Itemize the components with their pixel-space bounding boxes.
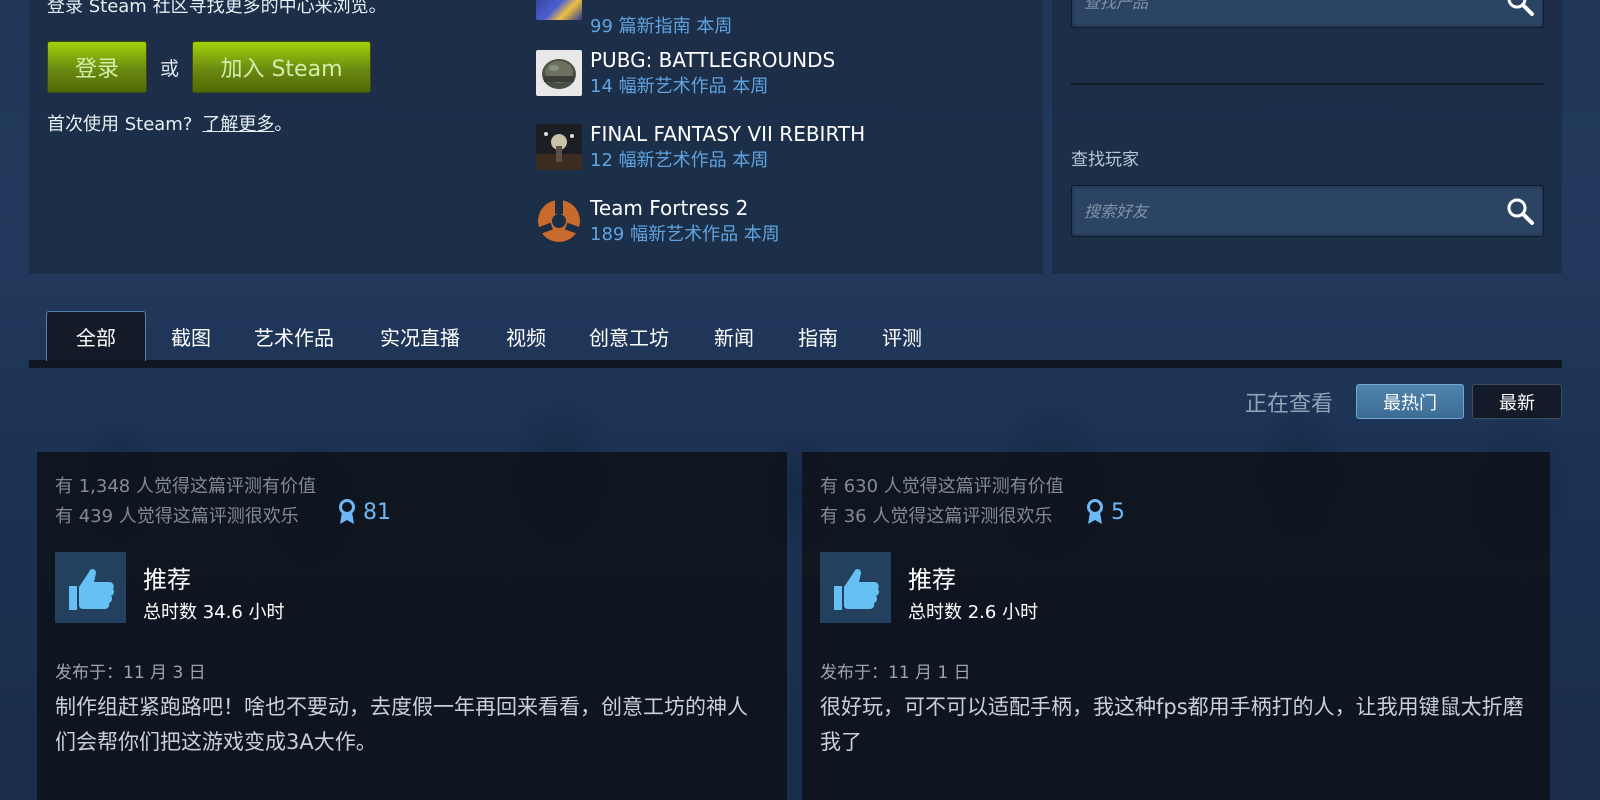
funny-count: 有 439 人觉得这篇评测很欢乐 xyxy=(55,506,299,527)
join-steam-button[interactable]: 加入 Steam xyxy=(192,41,371,93)
login-prompt: 登录 Steam 社区寻找更多的中心来浏览。 xyxy=(47,0,387,17)
tab-videos[interactable]: 视频 xyxy=(506,322,546,351)
review-card[interactable]: 有 630 人觉得这篇评测有价值 有 36 人觉得这篇评测很欢乐 5 推荐 总时… xyxy=(802,452,1550,800)
panel-divider xyxy=(1071,83,1544,85)
ff7-thumb-icon xyxy=(536,124,582,170)
tab-guides[interactable]: 指南 xyxy=(798,322,838,351)
login-button[interactable]: 登录 xyxy=(47,41,147,93)
thumbs-up-icon xyxy=(820,552,891,623)
trending-game-activity[interactable]: 12 幅新艺术作品 本周 xyxy=(590,146,768,172)
award-ribbon-icon xyxy=(339,499,355,524)
trending-game-activity[interactable]: 99 篇新指南 本周 xyxy=(590,12,732,38)
trending-game-name[interactable]: FINAL FANTASY VII REBIRTH xyxy=(590,122,865,146)
or-label: 或 xyxy=(160,58,180,80)
play-hours: 总时数 2.6 小时 xyxy=(908,602,1039,623)
viewing-label: 正在查看 xyxy=(1245,392,1334,417)
tab-workshop[interactable]: 创意工坊 xyxy=(589,322,669,351)
tf2-logo-thumb-icon xyxy=(536,198,582,244)
trending-game-name[interactable]: Team Fortress 2 xyxy=(590,196,748,220)
pubg-helmet-thumb-icon xyxy=(536,50,582,96)
tab-screenshots[interactable]: 截图 xyxy=(171,322,211,351)
trending-game-activity[interactable]: 189 幅新艺术作品 本周 xyxy=(590,220,780,246)
posted-date: 发布于：11 月 3 日 xyxy=(55,663,206,683)
tab-reviews[interactable]: 评测 xyxy=(882,322,922,351)
play-hours: 总时数 34.6 小时 xyxy=(143,602,285,623)
award-badge[interactable]: 5 xyxy=(1085,499,1125,525)
review-verdict[interactable]: 推荐 xyxy=(908,560,956,595)
review-card[interactable]: 有 1,348 人觉得这篇评测有价值 有 439 人觉得这篇评测很欢乐 81 推… xyxy=(37,452,787,800)
award-badge[interactable]: 81 xyxy=(337,499,391,525)
game-thumb-yellow-icon xyxy=(536,0,582,20)
tab-bar-underline xyxy=(29,360,1562,368)
search-icon[interactable] xyxy=(1505,0,1535,17)
trending-game-activity[interactable]: 14 幅新艺术作品 本周 xyxy=(590,72,768,98)
trending-item[interactable]: PUBG: BATTLEGROUNDS 14 幅新艺术作品 本周 xyxy=(536,48,976,98)
sort-most-popular-button[interactable]: 最热门 xyxy=(1356,384,1464,419)
search-icon[interactable] xyxy=(1505,196,1535,226)
posted-date: 发布于：11 月 1 日 xyxy=(820,663,971,683)
trending-game-name[interactable]: PUBG: BATTLEGROUNDS xyxy=(590,48,835,72)
product-search-box[interactable] xyxy=(1071,0,1544,28)
product-search-input[interactable] xyxy=(1084,0,1484,27)
award-count: 5 xyxy=(1111,499,1125,525)
find-players-label: 查找玩家 xyxy=(1071,150,1139,170)
first-time-label: 首次使用 Steam? xyxy=(47,114,193,135)
review-text[interactable]: 制作组赶紧跑路吧！啥也不要动，去度假一年再回来看看，创意工坊的神人们会帮你们把这… xyxy=(55,690,765,760)
learn-more-suffix: 。 xyxy=(274,114,293,135)
friends-search-box[interactable] xyxy=(1071,185,1544,237)
funny-count: 有 36 人觉得这篇评测很欢乐 xyxy=(820,506,1053,527)
thumbs-up-icon xyxy=(55,552,126,623)
learn-more-link[interactable]: 了解更多 xyxy=(202,114,274,135)
trending-item[interactable]: FINAL FANTASY VII REBIRTH 12 幅新艺术作品 本周 xyxy=(536,122,976,172)
review-text[interactable]: 很好玩，可不可以适配手柄，我这种fps都用手柄打的人，让我用键鼠太折磨我了 xyxy=(820,690,1530,760)
award-count: 81 xyxy=(363,499,391,525)
trending-item[interactable]: Team Fortress 2 189 幅新艺术作品 本周 xyxy=(536,196,976,246)
helpful-count: 有 630 人觉得这篇评测有价值 xyxy=(820,476,1064,497)
review-verdict[interactable]: 推荐 xyxy=(143,560,191,595)
tab-all[interactable]: 全部 xyxy=(46,311,146,361)
tab-broadcasts[interactable]: 实况直播 xyxy=(380,322,460,351)
award-ribbon-icon xyxy=(1087,499,1103,524)
friends-search-input[interactable] xyxy=(1084,186,1484,236)
sort-newest-button[interactable]: 最新 xyxy=(1472,384,1562,419)
tab-artwork[interactable]: 艺术作品 xyxy=(254,322,334,351)
first-time-text: 首次使用 Steam? 了解更多。 xyxy=(47,110,292,136)
helpful-count: 有 1,348 人觉得这篇评测有价值 xyxy=(55,476,316,497)
tab-news[interactable]: 新闻 xyxy=(714,322,754,351)
trending-item[interactable]: 99 篇新指南 本周 xyxy=(536,0,976,38)
